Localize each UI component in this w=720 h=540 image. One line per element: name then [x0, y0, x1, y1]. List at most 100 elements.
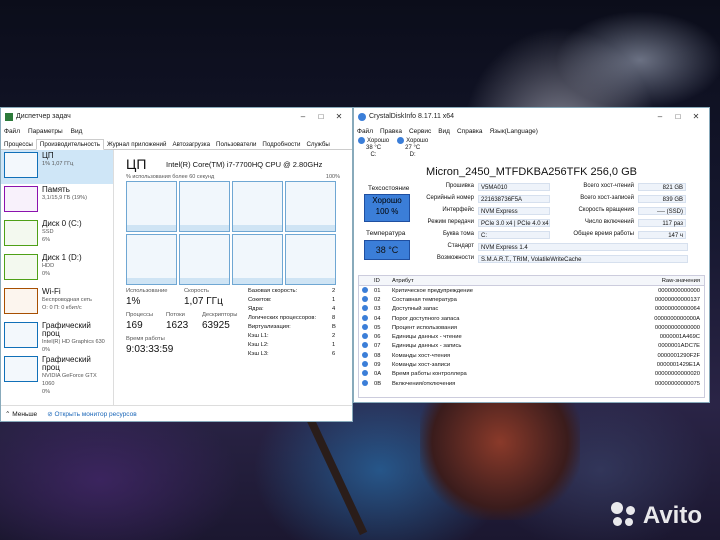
- tab-details[interactable]: Подробности: [259, 140, 303, 149]
- table-row[interactable]: 09 Команды хост-записи 0000001429E1A: [359, 360, 704, 369]
- table-row[interactable]: 05 Процент использования 00000000000000: [359, 323, 704, 332]
- sidebar-item-disk0[interactable]: Диск 0 (C:) SSD 6%: [1, 218, 113, 252]
- cpu-model: Intel(R) Core(TM) i7-7700HQ CPU @ 2.80GH…: [166, 160, 323, 169]
- close-button[interactable]: ✕: [687, 112, 705, 121]
- drive-button-d[interactable]: Хорошо 27 °C D:: [397, 137, 428, 159]
- menu-language[interactable]: Язык(Language): [489, 128, 537, 135]
- core-graph: [179, 234, 230, 285]
- fewer-details-button[interactable]: ⌃ Меньше: [5, 410, 37, 418]
- table-row[interactable]: 0A Время работы контроллера 00000000000020: [359, 370, 704, 379]
- minimize-button[interactable]: –: [651, 112, 669, 121]
- right-stat-label: Кэш L1:: [248, 333, 269, 339]
- row-raw: 00000000000137: [654, 296, 700, 303]
- resource-monitor-icon: ⊘: [47, 410, 53, 418]
- close-button[interactable]: ✕: [330, 112, 348, 121]
- drive-info: Техсостояние Хорошо 100 % Температура 38…: [358, 182, 705, 274]
- graph-caption: % использования более 60 секунд: [126, 174, 215, 180]
- sidebar-item-sub: Беспроводная сеть: [42, 297, 92, 303]
- disk1-mini-graph: [4, 254, 38, 280]
- tab-services[interactable]: Службы: [303, 140, 332, 149]
- menu-view[interactable]: Вид: [438, 128, 450, 135]
- info-key: Скорость вращения: [578, 207, 634, 213]
- table-row[interactable]: 04 Порог доступного запаса 0000000000000A: [359, 314, 704, 323]
- sidebar-item-sub: HDD: [42, 263, 55, 269]
- core-graph: [232, 234, 283, 285]
- sidebar-item-gpu0[interactable]: Графический проц Intel(R) HD Graphics 630…: [1, 320, 113, 354]
- row-raw: 00000000000075: [654, 380, 700, 387]
- row-attribute: Время работы контроллера: [392, 371, 467, 378]
- row-attribute: Включения/отключения: [392, 380, 456, 387]
- maximize-button[interactable]: □: [312, 112, 330, 121]
- health-status-badge: Хорошо 100 %: [364, 194, 410, 222]
- row-id: 03: [374, 306, 381, 313]
- handle-label: Дескрипторы: [202, 312, 238, 318]
- drive-status: Хорошо: [406, 138, 429, 145]
- menu-edit[interactable]: Правка: [380, 128, 402, 135]
- menu-help[interactable]: Справка: [457, 128, 483, 135]
- row-attribute: Процент использования: [392, 324, 457, 331]
- open-resource-monitor-link[interactable]: ⊘ Открыть монитор ресурсов: [47, 410, 137, 418]
- window-title: CrystalDiskInfo 8.17.11 x64: [369, 113, 455, 120]
- table-row[interactable]: 02 Составная температура 00000000000137: [359, 295, 704, 304]
- sidebar-item-label: Диск 1 (D:): [42, 253, 82, 262]
- health-label: Техсостояние: [368, 185, 410, 192]
- status-dot-icon: [362, 314, 368, 321]
- info-value: NVM Express 1.4: [478, 243, 688, 251]
- sidebar-item-wifi[interactable]: Wi-Fi Беспроводная сеть О: 0 П: 0 кбит/с: [1, 286, 113, 320]
- minimize-button[interactable]: –: [294, 112, 312, 121]
- maximize-button[interactable]: □: [669, 112, 687, 121]
- drive-model: Micron_2450_MTFDKBA256TFK 256,0 GB: [426, 166, 637, 178]
- tab-startup[interactable]: Автозагрузка: [169, 140, 213, 149]
- info-value: S.M.A.R.T., TRIM, VolatileWriteCache: [478, 255, 688, 263]
- row-raw: 0000000000000A: [654, 315, 700, 322]
- column-header-attribute[interactable]: Атрибут: [392, 278, 632, 284]
- smart-table-header: ID Атрибут Raw-значения: [359, 276, 704, 286]
- sidebar-item-cpu[interactable]: ЦП 1% 1,07 ГГц: [1, 150, 113, 184]
- speed-label: Скорость: [184, 288, 210, 294]
- row-raw: 00000000000020: [654, 371, 700, 378]
- drive-button-c[interactable]: Хорошо 38 °C C:: [358, 137, 389, 159]
- sidebar-item-sub: NVIDIA GeForce GTX 1060: [42, 373, 97, 387]
- row-attribute: Критическое предупреждение: [392, 287, 473, 294]
- table-row[interactable]: 06 Единицы данных - чтение 0000001A469C: [359, 332, 704, 341]
- tab-app-history[interactable]: Журнал приложений: [104, 140, 170, 149]
- performance-main: ЦП Intel(R) Core(TM) i7-7700HQ CPU @ 2.8…: [114, 150, 352, 405]
- info-key: Общее время работы: [573, 231, 634, 237]
- table-row[interactable]: 01 Критическое предупреждение 000000000000…: [359, 286, 704, 295]
- row-id: 0A: [374, 371, 382, 378]
- drive-status: Хорошо: [367, 138, 390, 145]
- tab-users[interactable]: Пользователи: [213, 140, 259, 149]
- table-row[interactable]: 0B Включения/отключения 00000000000075: [359, 379, 704, 388]
- column-header-raw[interactable]: Raw-значения: [632, 278, 704, 284]
- menu-service[interactable]: Сервис: [409, 128, 431, 135]
- core-graph: [126, 234, 177, 285]
- column-header-id[interactable]: ID: [374, 278, 392, 284]
- sidebar-item-label: ЦП: [42, 151, 54, 160]
- right-stat-label: Логических процессоров:: [248, 315, 317, 321]
- util-label: Использование: [126, 288, 168, 294]
- sidebar-item-label: Графический проц: [42, 321, 91, 338]
- menu-options[interactable]: Параметры: [28, 128, 63, 135]
- right-stat-value: 1: [332, 297, 336, 303]
- sidebar-item-gpu1[interactable]: Графический проц NVIDIA GeForce GTX 1060 0…: [1, 354, 113, 395]
- row-id: 01: [374, 287, 381, 294]
- table-row[interactable]: 07 Единицы данных - запись 0000001ADC7E: [359, 342, 704, 351]
- menu-view[interactable]: Вид: [71, 128, 83, 135]
- smart-table: ID Атрибут Raw-значения 01 Критическое пр…: [358, 275, 705, 398]
- thread-label: Потоки: [166, 312, 185, 318]
- sidebar-item-disk1[interactable]: Диск 1 (D:) HDD 0%: [1, 252, 113, 286]
- tab-processes[interactable]: Процессы: [1, 140, 36, 149]
- tab-performance[interactable]: Производительность: [35, 139, 104, 150]
- sidebar-item-label: Wi-Fi: [42, 287, 61, 296]
- sidebar-item-memory[interactable]: Память 3,1/15,9 ГБ (19%): [1, 184, 113, 218]
- menu-file[interactable]: Файл: [357, 128, 373, 135]
- menu-file[interactable]: Файл: [4, 128, 20, 135]
- status-dot-icon: [362, 333, 368, 340]
- right-stat-value: 4: [332, 306, 336, 312]
- status-dot-icon: [362, 323, 368, 330]
- table-row[interactable]: 08 Команды хост-чтения 0000001290F2F: [359, 351, 704, 360]
- table-row[interactable]: 03 Доступный запас 00000000000064: [359, 305, 704, 314]
- cpu-core-graphs: [126, 181, 336, 285]
- status-dot-icon: [362, 286, 368, 293]
- right-stat-value: В: [332, 324, 336, 330]
